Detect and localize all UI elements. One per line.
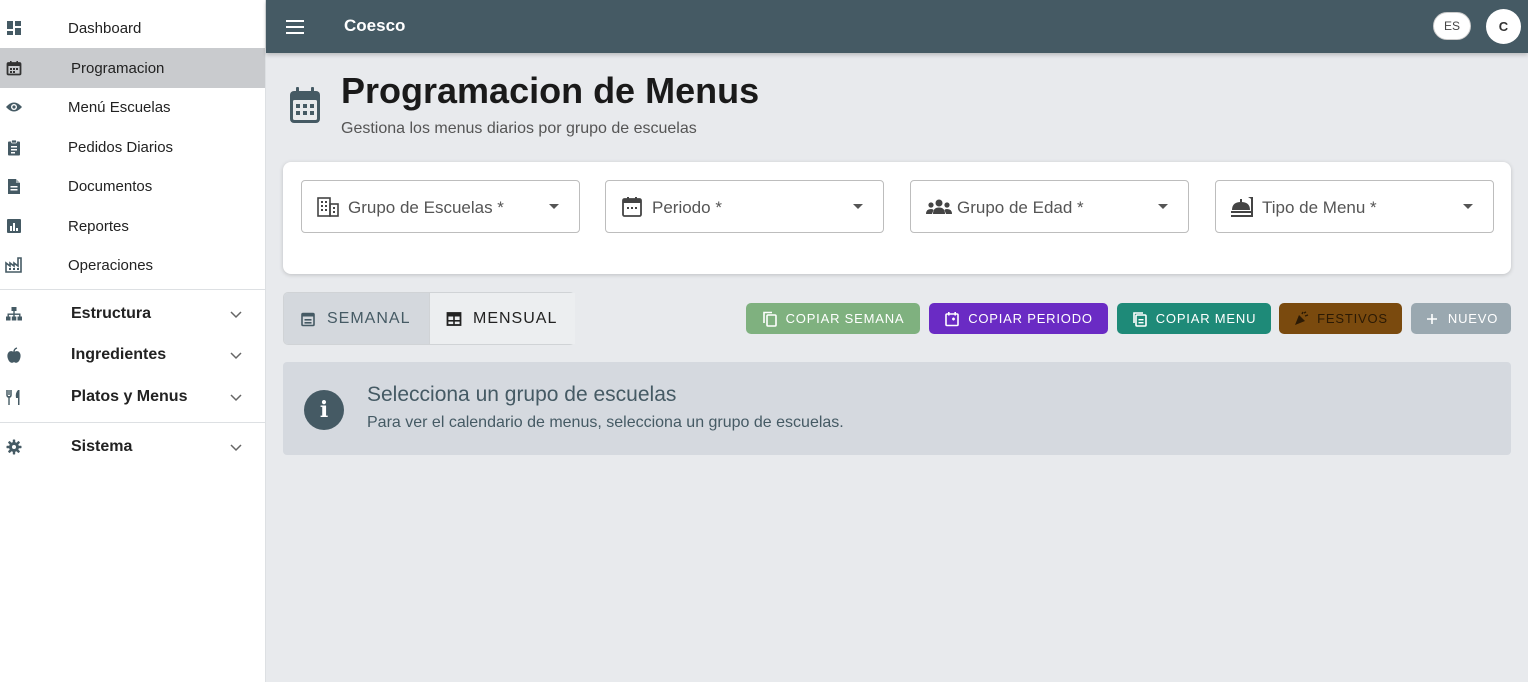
copy-icon bbox=[762, 311, 777, 327]
app-title: Coesco bbox=[344, 16, 406, 35]
clipboard-icon bbox=[4, 137, 24, 157]
sidebar-item-label: Programacion bbox=[71, 59, 165, 77]
copy-menu-button[interactable]: COPIAR MENU bbox=[1117, 303, 1271, 334]
calendar-icon bbox=[287, 85, 323, 125]
language-selector[interactable]: ES bbox=[1433, 12, 1471, 40]
sidebar-group-label: Estructura bbox=[71, 305, 152, 322]
sidebar-item-label: Documentos bbox=[68, 177, 153, 195]
people-icon bbox=[925, 196, 952, 218]
info-alert: i Selecciona un grupo de escuelas Para v… bbox=[283, 362, 1511, 455]
monthly-label: MENSUAL bbox=[473, 309, 558, 327]
calendar-icon bbox=[4, 58, 24, 78]
dashboard-icon bbox=[4, 18, 24, 38]
page-title: Programacion de Menus bbox=[341, 70, 760, 111]
info-icon: i bbox=[304, 390, 344, 430]
monthly-view-toggle[interactable]: MENSUAL bbox=[429, 293, 575, 344]
sidebar-item-menu-escuelas[interactable]: Menú Escuelas bbox=[0, 87, 265, 127]
sidebar: Dashboard Programacion Menú Escuelas Ped… bbox=[0, 0, 266, 682]
document-icon bbox=[4, 176, 24, 196]
sidebar-divider bbox=[0, 422, 265, 423]
hamburger-icon bbox=[286, 20, 304, 34]
chevron-down-icon bbox=[230, 352, 242, 360]
sidebar-group-label: Sistema bbox=[71, 438, 133, 455]
copy-document-icon bbox=[1132, 311, 1147, 327]
sidebar-item-label: Pedidos Diarios bbox=[68, 138, 174, 156]
dropdown-arrow-icon bbox=[853, 204, 863, 209]
sidebar-group-label: Platos y Menus bbox=[71, 388, 188, 405]
sidebar-group-ingredientes[interactable]: Ingredientes bbox=[0, 335, 265, 375]
new-button[interactable]: NUEVO bbox=[1411, 303, 1511, 334]
building-icon bbox=[316, 196, 340, 218]
eye-icon bbox=[4, 97, 24, 117]
utensils-icon bbox=[4, 387, 24, 407]
sidebar-item-label: Operaciones bbox=[68, 256, 154, 274]
sidebar-item-dashboard[interactable]: Dashboard bbox=[0, 8, 265, 48]
sidebar-item-pedidos-diarios[interactable]: Pedidos Diarios bbox=[0, 127, 265, 167]
factory-icon bbox=[4, 255, 24, 275]
period-label: Periodo * bbox=[652, 198, 722, 217]
period-select[interactable]: Periodo * bbox=[605, 180, 884, 233]
chevron-down-icon bbox=[230, 394, 242, 402]
sidebar-item-documentos[interactable]: Documentos bbox=[0, 166, 265, 206]
chevron-down-icon bbox=[230, 444, 242, 452]
sidebar-group-estructura[interactable]: Estructura bbox=[0, 294, 265, 334]
party-popper-icon bbox=[1295, 310, 1309, 325]
dropdown-arrow-icon bbox=[549, 204, 559, 209]
age-group-label: Grupo de Edad * bbox=[957, 198, 1084, 217]
chevron-down-icon bbox=[230, 311, 242, 319]
sidebar-group-platos-menus[interactable]: Platos y Menus bbox=[0, 377, 265, 417]
menu-type-label: Tipo de Menu * bbox=[1262, 198, 1377, 217]
sidebar-divider bbox=[0, 289, 265, 290]
dropdown-arrow-icon bbox=[1158, 204, 1168, 209]
copy-period-button[interactable]: COPIAR PERIODO bbox=[929, 303, 1108, 334]
sidebar-group-label: Ingredientes bbox=[71, 346, 167, 363]
sitemap-icon bbox=[4, 304, 24, 324]
holidays-label: FESTIVOS bbox=[1317, 311, 1388, 326]
sidebar-item-operaciones[interactable]: Operaciones bbox=[0, 245, 265, 285]
dropdown-arrow-icon bbox=[1463, 204, 1473, 209]
view-toggle: SEMANAL MENSUAL bbox=[283, 292, 575, 345]
sidebar-item-reportes[interactable]: Reportes bbox=[0, 206, 265, 246]
chart-icon bbox=[4, 216, 24, 236]
weekly-view-toggle[interactable]: SEMANAL bbox=[284, 293, 429, 344]
top-bar: Coesco ES C bbox=[266, 0, 1528, 53]
page-subtitle: Gestiona los menus diarios por grupo de … bbox=[341, 120, 697, 137]
sidebar-item-label: Reportes bbox=[68, 217, 129, 235]
sidebar-item-label: Dashboard bbox=[68, 19, 142, 37]
alert-message: Para ver el calendario de menus, selecci… bbox=[367, 414, 844, 431]
holidays-button[interactable]: FESTIVOS bbox=[1279, 303, 1402, 334]
copy-period-label: COPIAR PERIODO bbox=[968, 311, 1093, 326]
age-group-select[interactable]: Grupo de Edad * bbox=[910, 180, 1189, 233]
food-tray-icon bbox=[1230, 196, 1254, 218]
user-avatar[interactable]: C bbox=[1486, 9, 1521, 44]
apple-icon bbox=[4, 345, 24, 365]
gear-icon bbox=[4, 437, 24, 457]
sidebar-item-programacion[interactable]: Programacion bbox=[0, 48, 265, 88]
sidebar-item-label: Menú Escuelas bbox=[68, 98, 171, 116]
calendar-copy-icon bbox=[945, 311, 959, 326]
grid-table-icon bbox=[446, 311, 462, 326]
school-group-label: Grupo de Escuelas * bbox=[348, 198, 504, 217]
sidebar-group-sistema[interactable]: Sistema bbox=[0, 427, 265, 467]
plus-icon bbox=[1426, 313, 1437, 324]
calendar-icon bbox=[620, 196, 644, 218]
school-group-select[interactable]: Grupo de Escuelas * bbox=[301, 180, 580, 233]
alert-title: Selecciona un grupo de escuelas bbox=[367, 383, 677, 406]
new-label: NUEVO bbox=[1447, 311, 1499, 326]
copy-menu-label: COPIAR MENU bbox=[1155, 311, 1257, 326]
weekly-label: SEMANAL bbox=[327, 309, 411, 327]
calendar-week-icon bbox=[301, 312, 315, 326]
menu-toggle-button[interactable] bbox=[282, 14, 310, 40]
copy-week-label: COPIAR SEMANA bbox=[785, 311, 905, 326]
menu-type-select[interactable]: Tipo de Menu * bbox=[1215, 180, 1494, 233]
copy-week-button[interactable]: COPIAR SEMANA bbox=[746, 303, 920, 334]
